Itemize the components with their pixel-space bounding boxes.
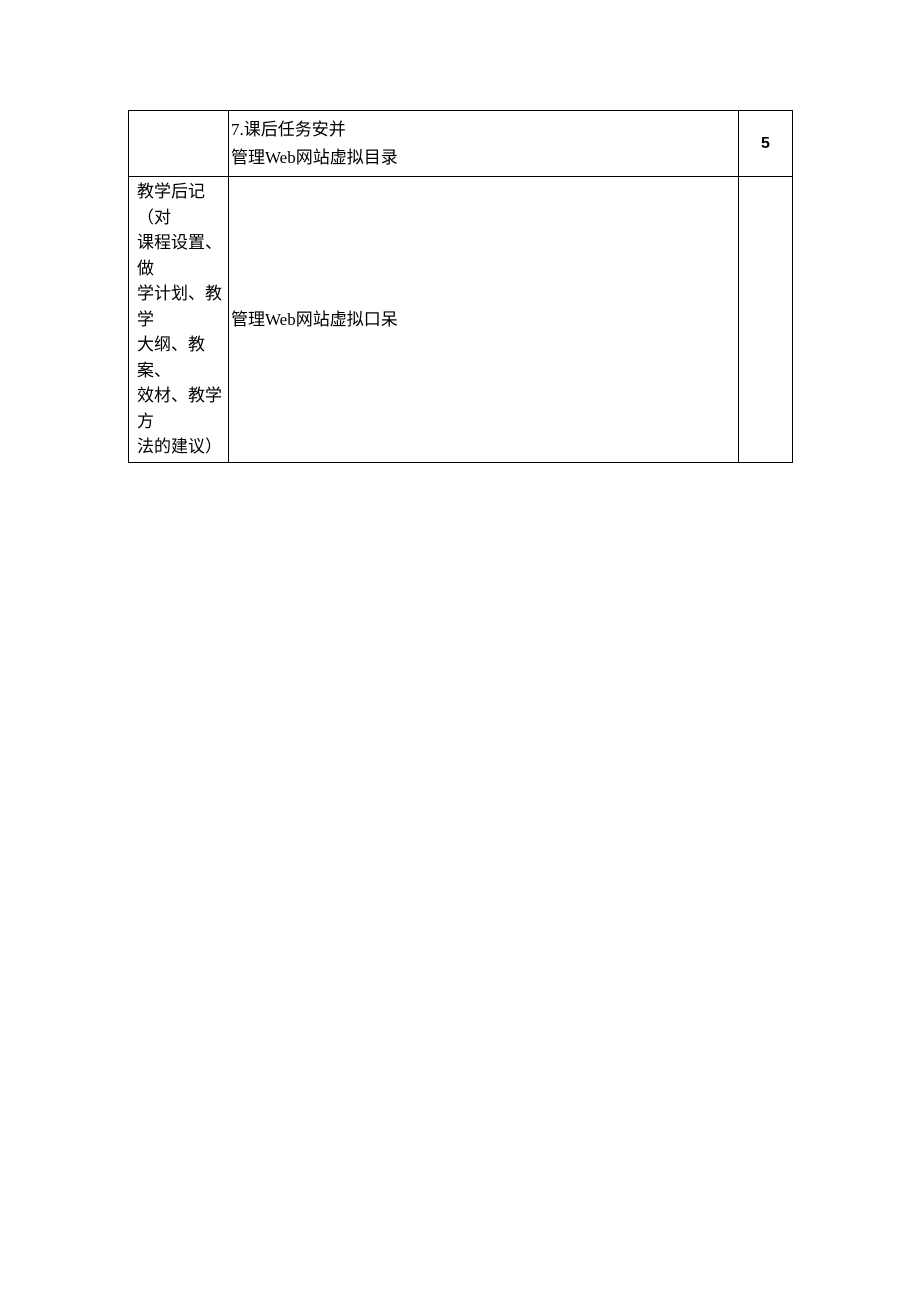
- row2-cell3: [739, 177, 793, 463]
- row1-cell3: 5: [739, 111, 793, 177]
- notes-label-line2: 课程设置、做: [137, 230, 224, 281]
- row2-cell2: 管理Web网站虚拟口呆: [229, 177, 739, 463]
- notes-label-line4: 大纲、教案、: [137, 332, 224, 383]
- table-row: 7.课后任务安并 管理Web网站虚拟目录 5: [129, 111, 793, 177]
- task-line1: 7.课后任务安并: [231, 116, 736, 143]
- notes-label-line6: 法的建议）: [137, 434, 224, 460]
- task-line2: 管理Web网站虚拟目录: [231, 144, 736, 171]
- value-number: 5: [761, 135, 770, 152]
- notes-label-line5: 效材、教学方: [137, 383, 224, 434]
- row2-cell1: 教学后记（对 课程设置、做 学计划、教学 大纲、教案、 效材、教学方 法的建议）: [129, 177, 229, 463]
- table-row: 教学后记（对 课程设置、做 学计划、教学 大纲、教案、 效材、教学方 法的建议）…: [129, 177, 793, 463]
- document-page: 7.课后任务安并 管理Web网站虚拟目录 5 教学后记（对 课程设置、做 学计划…: [0, 0, 920, 463]
- notes-label-line1: 教学后记（对: [137, 179, 224, 230]
- row1-cell2: 7.课后任务安并 管理Web网站虚拟目录: [229, 111, 739, 177]
- row1-cell1: [129, 111, 229, 177]
- lesson-plan-table: 7.课后任务安并 管理Web网站虚拟目录 5 教学后记（对 课程设置、做 学计划…: [128, 110, 793, 463]
- notes-label-line3: 学计划、教学: [137, 281, 224, 332]
- notes-content: 管理Web网站虚拟口呆: [231, 310, 398, 329]
